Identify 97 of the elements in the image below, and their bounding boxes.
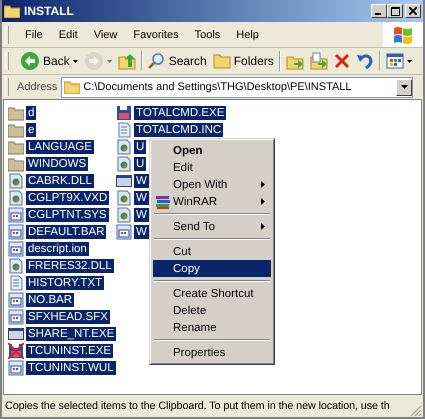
menu-item[interactable]: Cut [153, 243, 271, 260]
menu-item[interactable]: Send To [153, 218, 271, 235]
search-icon [148, 52, 166, 70]
menu-item[interactable]: Copy [153, 260, 271, 277]
file-icon [116, 190, 132, 206]
undo-icon [356, 52, 374, 70]
file-name[interactable]: U [134, 140, 146, 154]
menu-item[interactable]: Create Shortcut [153, 285, 271, 302]
caret-icon [406, 60, 412, 62]
file-name[interactable]: TCUNINST.EXE [26, 344, 114, 358]
menu-item[interactable]: File [17, 28, 51, 40]
maximize-button[interactable] [387, 4, 403, 18]
floppy-icon [116, 104, 132, 120]
file-icon [8, 206, 24, 222]
search-button[interactable]: Search [144, 49, 210, 73]
window-title: INSTALL [24, 4, 75, 18]
file-name[interactable]: e [26, 122, 36, 136]
resize-grip-icon[interactable] [410, 405, 422, 417]
windows-logo [383, 22, 423, 47]
file-icon [8, 240, 24, 256]
file-name[interactable]: W [134, 224, 149, 238]
menu-item[interactable]: Open [153, 142, 271, 159]
file-icon [8, 172, 24, 188]
file-name[interactable]: LANGUAGE [26, 140, 94, 154]
caret-icon [400, 85, 408, 89]
file-name[interactable]: CABRK.DLL [26, 174, 94, 188]
menu-item[interactable]: Edit [50, 28, 86, 40]
file-icon [116, 206, 132, 222]
file-name[interactable]: U [134, 156, 146, 170]
menu-item[interactable]: Tools [186, 28, 228, 40]
books-icon [155, 194, 171, 210]
file-icon [116, 224, 132, 240]
text-file-icon [8, 274, 24, 290]
address-field[interactable]: C:\Documents and Settings\THG\Desktop\PE\INSTALL [61, 76, 413, 98]
file-name[interactable]: WINDOWS [26, 156, 88, 170]
file-icon [8, 190, 24, 206]
caret-icon [72, 60, 78, 62]
file-name[interactable]: W [134, 208, 149, 222]
file-name[interactable]: descript.ion [26, 242, 89, 256]
text-file-icon [116, 122, 132, 138]
menu-item[interactable]: Favorites [125, 28, 187, 40]
folder-icon [8, 156, 24, 172]
file-icon [8, 292, 24, 308]
caret-icon [106, 60, 112, 62]
file-icon [8, 258, 24, 274]
window-icon [116, 172, 132, 188]
file-name[interactable]: TOTALCMD.EXE [134, 106, 226, 120]
file-name[interactable]: W [134, 190, 149, 204]
folder-icon [212, 53, 231, 69]
file-icon [8, 224, 24, 240]
file-icon [116, 138, 132, 154]
minimize-button[interactable] [371, 4, 387, 18]
close-button[interactable] [405, 4, 421, 18]
menu-item[interactable]: Open With [153, 176, 271, 193]
file-name[interactable]: HISTORY.TXT [26, 276, 104, 290]
folder-up-icon [118, 52, 136, 70]
status-text: Copies the selected items to the Clipboard. To put them in the new location, use th [5, 400, 391, 412]
menu-item[interactable]: Delete [153, 302, 271, 319]
menu-item[interactable]: WinRAR [153, 193, 271, 210]
file-name[interactable]: DEFAULT.BAR [26, 224, 106, 238]
file-name[interactable]: SFXHEAD.SFX [26, 310, 110, 324]
menu-item[interactable]: View [86, 28, 126, 40]
file-name[interactable]: NO.BAR [26, 292, 74, 306]
file-name[interactable]: SHARE_NT.EXE [26, 326, 116, 340]
menu-item[interactable]: Rename [153, 319, 271, 336]
folder-icon [8, 104, 24, 120]
crossed-floppy-icon [8, 342, 24, 358]
maximize-icon [390, 6, 400, 16]
menu-item[interactable]: Help [228, 28, 267, 40]
folders-button[interactable]: Folders [210, 49, 277, 73]
file-icon [8, 360, 24, 376]
dropdown-button[interactable] [396, 78, 412, 96]
file-name[interactable]: TCUNINST.WUL [26, 360, 116, 374]
folder-icon [4, 4, 20, 18]
menu-item[interactable]: Properties [153, 344, 271, 361]
folder-icon [8, 122, 24, 138]
file-name[interactable]: FRERES32.DLL [26, 258, 114, 272]
folder-icon [8, 138, 24, 154]
menu-item[interactable]: Edit [153, 159, 271, 176]
file-icon [8, 308, 24, 324]
back-button[interactable]: Back [17, 49, 81, 73]
file-name[interactable]: W [134, 174, 149, 188]
file-name[interactable]: TOTALCMD.INC [134, 122, 224, 136]
submenu-arrow-icon [261, 198, 265, 205]
close-icon [409, 7, 417, 15]
window-icon [8, 326, 24, 342]
file-name[interactable]: d [26, 106, 36, 120]
delete-icon [334, 53, 350, 69]
folder-icon [64, 80, 80, 94]
file-name[interactable]: CGLPT9X.VXD [26, 190, 110, 204]
address-label: Address [17, 81, 58, 93]
views-icon [386, 53, 404, 69]
submenu-arrow-icon [261, 223, 265, 230]
file-name[interactable]: CGLPTNT.SYS [26, 208, 109, 222]
copy-to-folder-icon [310, 52, 328, 70]
file-icon [116, 156, 132, 172]
submenu-arrow-icon [261, 181, 265, 188]
